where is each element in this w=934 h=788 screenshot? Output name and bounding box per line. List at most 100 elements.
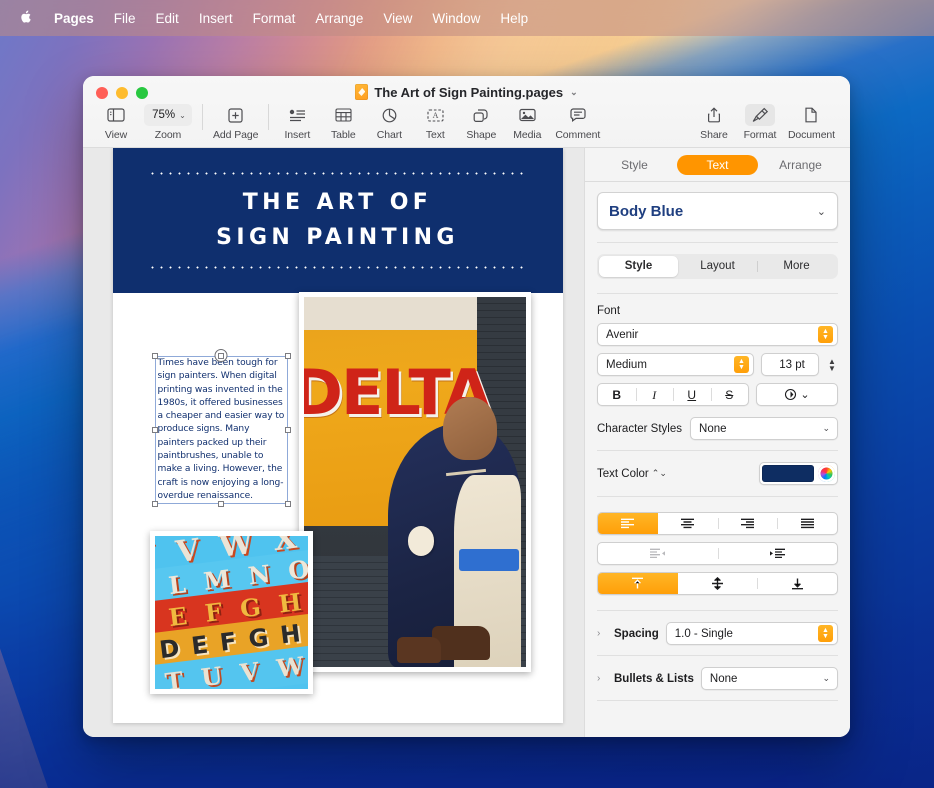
text-color-stepper-icon[interactable]: ⌃⌄ (652, 468, 667, 479)
document-heading[interactable]: THE ART OF SIGN PAINTING (216, 186, 459, 256)
font-size-field[interactable]: 13 pt (761, 353, 819, 376)
subtab-more[interactable]: More (757, 256, 836, 277)
toolbar-document-label: Document (788, 129, 835, 141)
bullets-lists-select[interactable]: None ⌄ (701, 667, 838, 690)
align-right-button[interactable] (718, 513, 778, 534)
menu-item-window[interactable]: Window (422, 9, 490, 28)
resize-handle-bottom-left[interactable] (152, 501, 158, 507)
resize-handle-bottom-right[interactable] (285, 501, 291, 507)
document-page[interactable]: THE ART OF SIGN PAINTING DELTA (113, 148, 563, 723)
resize-handle-top-left[interactable] (152, 353, 158, 359)
paragraph-style-popup[interactable]: Body Blue ⌄ (597, 192, 838, 230)
menu-item-pages[interactable]: Pages (44, 9, 104, 28)
bold-button[interactable]: B (598, 384, 636, 405)
subtab-style[interactable]: Style (599, 256, 678, 277)
text-color-swatch[interactable] (762, 465, 814, 482)
document-photo-alphabet[interactable]: U V W X Y K L M N O P D E F G H I C D E … (150, 531, 313, 694)
text-options-gear-button[interactable]: ⌄ (756, 383, 838, 406)
inspector-subtab-bar: Style Layout More (597, 254, 838, 279)
toolbar-document-button[interactable]: Document (783, 102, 840, 141)
chevron-down-icon[interactable]: ⌄ (570, 87, 578, 98)
menu-item-format[interactable]: Format (243, 9, 306, 28)
chart-icon (376, 104, 403, 126)
document-canvas[interactable]: THE ART OF SIGN PAINTING DELTA (83, 148, 584, 737)
font-weight-size-row: Medium ▲▼ 13 pt ▲▼ (597, 353, 838, 376)
text-color-row: Text Color ⌃⌄ (597, 462, 838, 485)
character-styles-row: Character Styles None ⌄ (597, 417, 838, 440)
italic-button[interactable]: I (636, 384, 674, 405)
underline-button[interactable]: U (673, 384, 711, 405)
color-wheel-icon[interactable] (818, 465, 835, 482)
font-family-select[interactable]: Avenir ▲▼ (597, 323, 838, 346)
toolbar-media-button[interactable]: Media (504, 102, 550, 141)
zoom-popup[interactable]: 75% ⌄ (144, 104, 192, 126)
menu-item-help[interactable]: Help (490, 9, 538, 28)
align-middle-icon (711, 577, 724, 590)
toolbar-comment-button[interactable]: Comment (550, 102, 605, 141)
character-styles-select[interactable]: None ⌄ (690, 417, 838, 440)
align-justify-button[interactable] (777, 513, 837, 534)
bullets-lists-row[interactable]: › Bullets & Lists None ⌄ (597, 667, 838, 690)
resize-handle-middle-left[interactable] (152, 427, 158, 433)
menu-item-view[interactable]: View (373, 9, 422, 28)
align-center-button[interactable] (658, 513, 718, 534)
subtab-layout[interactable]: Layout (678, 256, 757, 277)
increase-indent-button[interactable] (718, 543, 838, 564)
chevron-down-icon: ⌄ (179, 111, 186, 120)
strikethrough-button[interactable]: S (711, 384, 749, 405)
shape-icon (467, 104, 495, 126)
spacing-select[interactable]: 1.0 - Single ▲▼ (666, 622, 838, 645)
align-middle-button[interactable] (678, 573, 758, 594)
menu-item-arrange[interactable]: Arrange (305, 9, 373, 28)
document-photo-sign-painter[interactable]: DELTA (299, 292, 531, 672)
selected-text-box[interactable]: Times have been tough for sign painters.… (155, 356, 288, 504)
toolbar-add-page-button[interactable]: Add Page (208, 102, 263, 141)
align-left-icon (620, 518, 635, 529)
tab-style[interactable]: Style (594, 155, 675, 175)
toolbar-share-button[interactable]: Share (691, 102, 737, 141)
text-box-icon: A (421, 104, 450, 126)
menu-item-edit[interactable]: Edit (146, 9, 189, 28)
toolbar-shape-button[interactable]: Shape (458, 102, 504, 141)
indent-buttons (597, 542, 838, 565)
document-body-text[interactable]: Times have been tough for sign painters.… (158, 357, 287, 503)
toolbar-chart-button[interactable]: Chart (366, 102, 412, 141)
align-bottom-button[interactable] (757, 573, 837, 594)
resize-handle-middle-right[interactable] (285, 427, 291, 433)
font-size-stepper[interactable]: ▲▼ (826, 358, 838, 372)
toolbar-text-button[interactable]: A Text (412, 102, 458, 141)
chevron-right-icon[interactable]: › (597, 673, 607, 684)
dotted-rule-bottom (148, 266, 528, 269)
document-title[interactable]: The Art of Sign Painting.pages ⌄ (83, 84, 850, 100)
stepper-icon[interactable]: ▲▼ (818, 326, 833, 343)
tab-arrange[interactable]: Arrange (760, 155, 841, 175)
toolbar-insert-button[interactable]: Insert (274, 102, 320, 141)
resize-handle-bottom-center[interactable] (218, 501, 224, 507)
toolbar-table-button[interactable]: Table (320, 102, 366, 141)
photo-painter-belt (459, 549, 519, 571)
spacing-label: Spacing (614, 628, 659, 640)
add-page-icon (222, 104, 249, 126)
toolbar-view-button[interactable]: View (93, 102, 139, 141)
toolbar-format-button[interactable]: Format (737, 102, 783, 141)
decrease-indent-button[interactable] (598, 543, 718, 564)
dotted-rule-top (148, 172, 528, 175)
chevron-right-icon[interactable]: › (597, 628, 607, 639)
text-color-well[interactable] (759, 462, 838, 485)
spacing-row[interactable]: › Spacing 1.0 - Single ▲▼ (597, 622, 838, 645)
resize-handle-top-right[interactable] (285, 353, 291, 359)
stepper-icon[interactable]: ▲▼ (818, 625, 833, 642)
toolbar-divider (268, 104, 269, 130)
menu-item-file[interactable]: File (104, 9, 146, 28)
toolbar-share-label: Share (700, 129, 728, 141)
stepper-icon[interactable]: ▲▼ (734, 356, 749, 373)
font-weight-select[interactable]: Medium ▲▼ (597, 353, 754, 376)
align-left-button[interactable] (598, 513, 658, 534)
resize-handle-top-center[interactable] (218, 353, 224, 359)
tab-text[interactable]: Text (677, 155, 758, 175)
menu-item-insert[interactable]: Insert (189, 9, 243, 28)
toolbar-zoom-control[interactable]: 75% ⌄ Zoom (139, 102, 197, 141)
apple-logo-icon[interactable] (14, 9, 44, 27)
align-top-button[interactable] (598, 573, 678, 594)
sidebar-view-icon (101, 104, 131, 126)
